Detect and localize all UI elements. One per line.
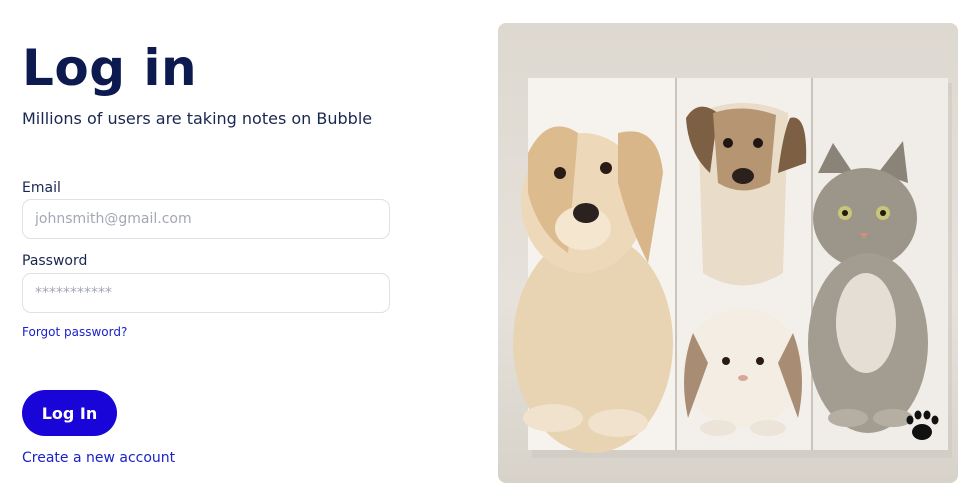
email-label: Email [22, 180, 61, 196]
page-title: Log in [22, 39, 198, 97]
login-button[interactable]: Log In [22, 390, 117, 436]
password-label: Password [22, 253, 88, 269]
login-page: Log in Millions of users are taking note… [0, 0, 965, 495]
email-field[interactable] [22, 199, 390, 239]
create-account-link[interactable]: Create a new account [22, 449, 175, 467]
hero-image [498, 23, 958, 483]
golden-dog [513, 126, 673, 453]
pets-illustration [513, 78, 952, 458]
password-field[interactable] [22, 273, 390, 313]
page-subtitle: Millions of users are taking notes on Bu… [22, 109, 373, 128]
forgot-password-link[interactable]: Forgot password? [22, 324, 127, 340]
